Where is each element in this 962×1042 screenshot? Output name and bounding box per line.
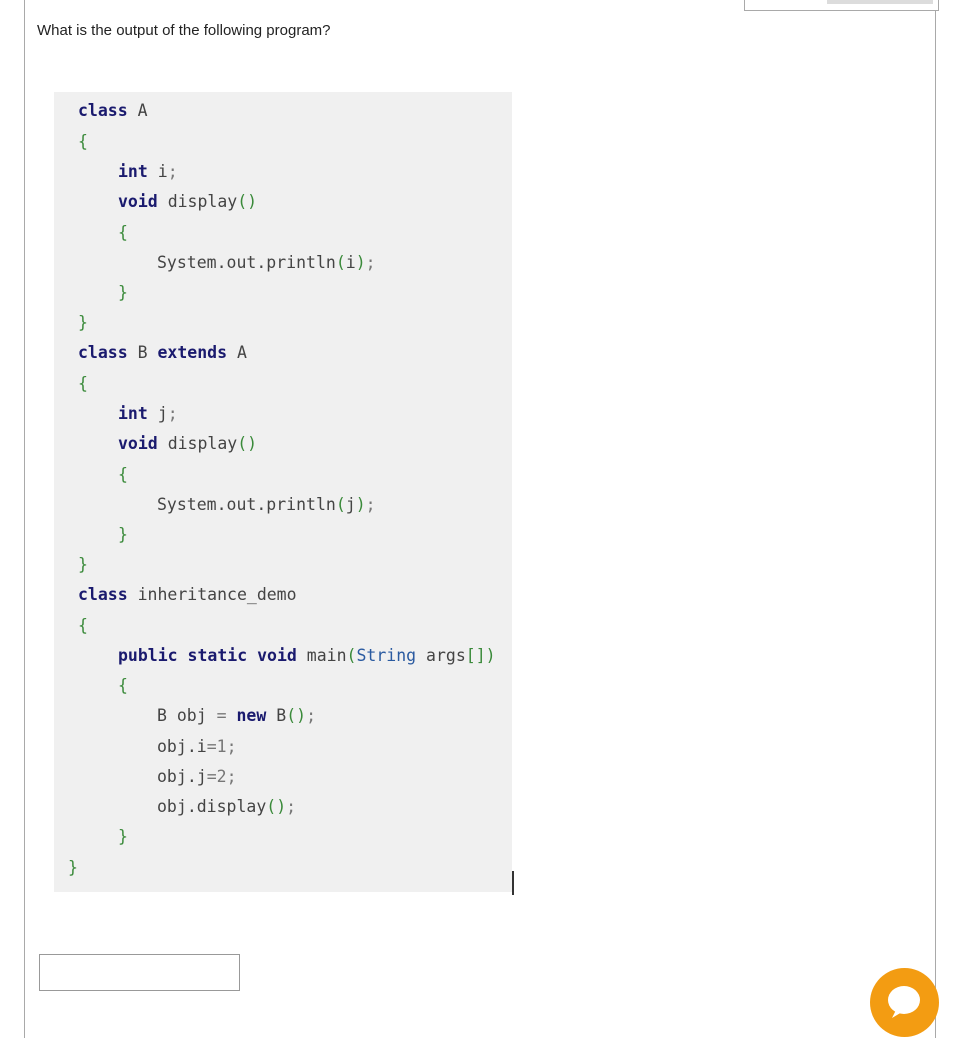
- code-line: obj.i=1;: [157, 737, 237, 756]
- code-line: {: [78, 616, 88, 635]
- code-line: B obj = new B();: [157, 706, 316, 725]
- code-line: int j;: [118, 404, 178, 423]
- code-line: {: [78, 132, 88, 151]
- code-line: }: [118, 525, 128, 544]
- code-line: System.out.println(j);: [157, 495, 376, 514]
- text-cursor: [512, 871, 514, 895]
- code-line: }: [78, 313, 88, 332]
- code-line: }: [68, 858, 78, 877]
- code-line: obj.j=2;: [157, 767, 237, 786]
- code-line: obj.display();: [157, 797, 297, 816]
- code-block: [54, 92, 512, 892]
- code-line: public static void main(String args[]): [118, 646, 496, 665]
- code-line: }: [118, 283, 128, 302]
- code-line: {: [78, 374, 88, 393]
- code-line: {: [118, 465, 128, 484]
- question-text: What is the output of the following prog…: [37, 22, 331, 39]
- code-line: }: [78, 555, 88, 574]
- code-line: {: [118, 223, 128, 242]
- code-line: void display(): [118, 434, 258, 453]
- code-line: class A: [78, 101, 148, 120]
- code-line: {: [118, 676, 128, 695]
- code-line: int i;: [118, 162, 178, 181]
- chat-button[interactable]: [870, 968, 939, 1037]
- code-line: class B extends A: [78, 343, 247, 362]
- code-line: }: [118, 827, 128, 846]
- code-line: void display(): [118, 192, 258, 211]
- chat-bubble-icon: [888, 986, 920, 1018]
- top-navigation-button[interactable]: [827, 0, 933, 4]
- code-line: System.out.println(i);: [157, 253, 376, 272]
- top-navigation-box[interactable]: [744, 0, 939, 11]
- code-line: class inheritance_demo: [78, 585, 297, 604]
- answer-input[interactable]: [39, 954, 240, 991]
